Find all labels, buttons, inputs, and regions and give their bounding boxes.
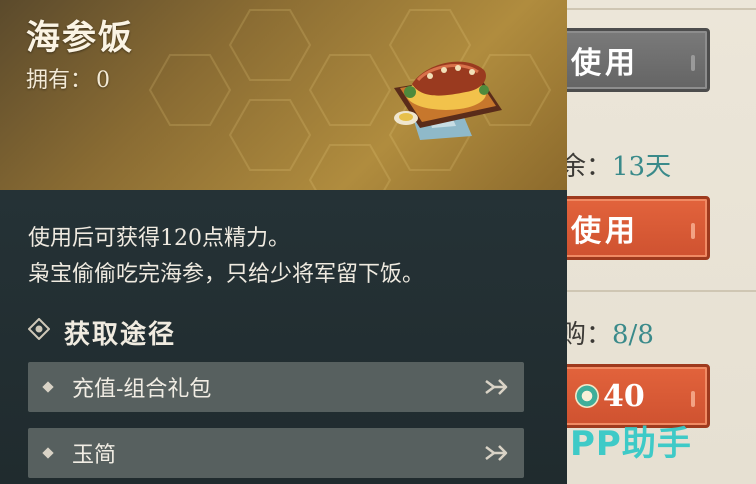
bullet-icon [42,381,54,393]
use-button-label: 使用 [571,214,639,249]
button-grip-icon [691,223,695,239]
source-item-gift-pack[interactable]: 充值-组合礼包 [28,362,524,412]
seafood-rice-dish-icon [394,61,502,140]
remaining-time: 余：13天 [560,146,671,183]
remaining-value: 13天 [612,152,672,182]
source-label: 玉简 [72,443,117,468]
item-owned-count: 拥有： 0 [26,62,110,94]
go-arrow-icon [485,445,508,461]
button-grip-icon [691,55,695,71]
jade-coin-icon [575,384,599,408]
go-arrow-icon [485,379,508,395]
item-name: 海参饭 [26,18,134,58]
bullet-icon [42,447,54,459]
diamond-target-icon [28,318,50,340]
limit-value: 8/8 [612,320,654,350]
row-divider [556,8,756,10]
remaining-label: 余： [560,152,613,182]
acquire-section-title: 获取途径 [64,320,177,350]
game-screen: 使用 余：13天 使用 购：8/8 40 PP助手 海参饭 拥有： 0 使用后可… [0,0,756,484]
source-label: 充值-组合礼包 [72,377,212,402]
source-item-jade-slip[interactable]: 玉简 [28,428,524,478]
watermark: PP助手 [570,424,692,464]
owned-label: 拥有： [26,68,93,93]
item-body: 使用后可获得120点精力。 枭宝偷偷吃完海参，只给少将军留下饭。 获取途径 充值… [0,190,567,484]
price-value: 40 [603,378,645,414]
limit-label: 购： [560,320,613,350]
item-description-line: 枭宝偷偷吃完海参，只给少将军留下饭。 [28,262,425,287]
owned-value: 0 [96,68,111,93]
button-grip-icon [691,391,695,407]
purchase-limit: 购：8/8 [560,314,654,351]
row-divider [556,290,756,292]
item-header: 海参饭 拥有： 0 [0,0,567,190]
item-tooltip: 海参饭 拥有： 0 使用后可获得120点精力。 枭宝偷偷吃完海参，只给少将军留下… [0,0,567,484]
item-description-line: 使用后可获得120点精力。 [28,226,290,251]
use-button-label: 使用 [571,46,639,81]
